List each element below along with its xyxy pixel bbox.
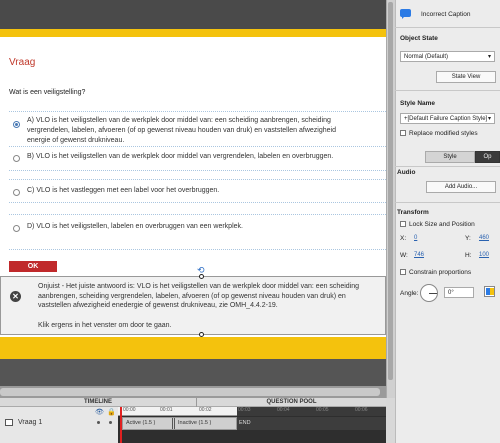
ruler-label: 00:01 bbox=[160, 407, 173, 413]
tab-question-pool[interactable]: QUESTION POOL bbox=[196, 398, 386, 407]
stage-top-band bbox=[0, 0, 386, 29]
lock-size-label: Lock Size and Position bbox=[409, 221, 475, 228]
eye-icon[interactable]: 👁 bbox=[95, 408, 104, 416]
stage-scroll-thumb[interactable] bbox=[0, 388, 380, 396]
radio-icon[interactable] bbox=[13, 155, 20, 162]
caption-line1: Onjuist - Het juiste antwoord is: VLO is… bbox=[38, 283, 359, 290]
answer-option-a[interactable]: A) VLO is het veiligstellen van de werkp… bbox=[9, 111, 386, 147]
incorrect-x-icon: ✕ bbox=[10, 291, 21, 302]
h-label: H: bbox=[465, 252, 472, 259]
ruler-label: 00:03 bbox=[238, 407, 251, 413]
answer-option-c[interactable]: C) VLO is het vastleggen met een label v… bbox=[9, 179, 386, 203]
w-label: W: bbox=[400, 252, 408, 259]
radio-icon[interactable] bbox=[13, 225, 20, 232]
replace-styles-label: Replace modified styles bbox=[409, 130, 478, 137]
chevron-down-icon: ▾ bbox=[487, 54, 491, 60]
x-value[interactable]: 0 bbox=[414, 235, 417, 241]
lock-icon[interactable]: 🔒 bbox=[107, 408, 116, 416]
lock-dot[interactable] bbox=[109, 421, 112, 424]
x-label: X: bbox=[400, 235, 407, 242]
ruler-label: 00:02 bbox=[199, 407, 212, 413]
constrain-checkbox[interactable] bbox=[400, 269, 406, 275]
transform-heading: Transform bbox=[397, 209, 429, 216]
y-value[interactable]: 460 bbox=[479, 235, 489, 241]
answer-option-b[interactable]: B) VLO is het veiligstellen van de werkp… bbox=[9, 147, 386, 171]
state-view-button[interactable]: State View bbox=[436, 71, 496, 83]
resize-handle-bottom[interactable] bbox=[199, 332, 204, 337]
radio-icon[interactable] bbox=[13, 189, 20, 196]
ruler-label: 00:06 bbox=[355, 407, 368, 413]
option-d-text: D) VLO is het veiligstellen, labelen en … bbox=[27, 223, 243, 230]
angle-label: Angle: bbox=[400, 290, 419, 297]
object-state-value: Normal (Default) bbox=[404, 54, 449, 60]
flip-icon-yellow bbox=[490, 288, 494, 295]
style-name-select[interactable]: +[Default Failure Caption Style] ▾ bbox=[400, 113, 495, 124]
w-value[interactable]: 746 bbox=[414, 252, 424, 258]
chevron-down-icon: ▾ bbox=[487, 116, 491, 122]
slide-layer-icon bbox=[5, 419, 13, 426]
lock-size-checkbox[interactable] bbox=[400, 221, 406, 227]
stage-bottom-band bbox=[0, 359, 386, 386]
h-value[interactable]: 100 bbox=[479, 252, 489, 258]
divider bbox=[395, 166, 500, 167]
option-b-text: B) VLO is het veiligstellen van de werkp… bbox=[27, 153, 334, 160]
object-state-select[interactable]: Normal (Default) ▾ bbox=[400, 51, 495, 62]
slide-yellow-banner-top bbox=[0, 29, 386, 37]
bar-separator[interactable] bbox=[172, 418, 175, 429]
caption-continue-text: Klik ergens in het venster om door te ga… bbox=[38, 322, 172, 329]
angle-dial-needle bbox=[429, 293, 437, 294]
ruler-label: 00:00 bbox=[123, 407, 136, 413]
inactive-duration-label: Inactive (1.5 ) bbox=[178, 420, 212, 426]
style-name-value: +[Default Failure Caption Style] bbox=[404, 116, 488, 122]
option-a-line1: A) VLO is het veiligstellen van de werkp… bbox=[27, 117, 331, 124]
style-name-heading: Style Name bbox=[400, 100, 436, 107]
vertical-scroll-thumb[interactable] bbox=[388, 2, 393, 380]
slide-yellow-banner-bottom bbox=[0, 337, 386, 359]
timeline-end-region bbox=[237, 417, 386, 430]
tab-options[interactable]: Op bbox=[475, 151, 500, 163]
divider bbox=[395, 202, 500, 203]
caption-line3: vaststellen afwezigheid enedergie of gew… bbox=[38, 302, 278, 310]
radio-selected-icon[interactable] bbox=[13, 121, 20, 128]
slide-title: Vraag bbox=[9, 57, 36, 68]
panel-object-title: Incorrect Caption bbox=[421, 11, 471, 18]
tab-style[interactable]: Style bbox=[425, 151, 475, 163]
y-label: Y: bbox=[465, 235, 471, 242]
playhead[interactable] bbox=[120, 407, 122, 443]
visibility-dot[interactable] bbox=[97, 421, 100, 424]
add-audio-button[interactable]: Add Audio... bbox=[426, 181, 496, 193]
flip-icon[interactable] bbox=[484, 286, 495, 297]
layer-name[interactable]: Vraag 1 bbox=[18, 419, 42, 426]
angle-dial[interactable] bbox=[420, 284, 438, 302]
caption-line2: aanbrengen, scheiding vergrendelen, labe… bbox=[38, 292, 346, 300]
object-state-heading: Object State bbox=[400, 35, 438, 42]
caption-text: Onjuist - Het juiste antwoord is: VLO is… bbox=[38, 282, 384, 311]
replace-styles-checkbox[interactable] bbox=[400, 130, 406, 136]
audio-heading: Audio bbox=[397, 169, 416, 176]
answer-option-d[interactable]: D) VLO is het veiligstellen, labelen en … bbox=[9, 214, 386, 250]
option-a-line2: vergrendelen, labelen, afvoeren (of op g… bbox=[27, 127, 336, 134]
end-label: END bbox=[239, 420, 251, 426]
ruler-label: 00:04 bbox=[277, 407, 290, 413]
caption-icon bbox=[400, 9, 411, 19]
constrain-label: Constrain proportions bbox=[409, 269, 472, 276]
divider bbox=[395, 27, 500, 28]
divider bbox=[395, 90, 500, 91]
resize-handle-top[interactable] bbox=[199, 274, 204, 279]
question-text: Wat is een veiligstelling? bbox=[9, 89, 86, 96]
active-duration-label: Active (1.5 ) bbox=[126, 420, 156, 426]
option-c-text: C) VLO is het vastleggen met een label v… bbox=[27, 187, 220, 194]
angle-input[interactable]: 0° bbox=[444, 287, 474, 298]
ruler-label: 00:05 bbox=[316, 407, 329, 413]
tab-timeline[interactable]: TIMELINE bbox=[0, 398, 196, 407]
ok-button[interactable]: OK bbox=[9, 261, 57, 272]
option-a-line3: energie of gewenst drukniveau. bbox=[27, 137, 125, 144]
